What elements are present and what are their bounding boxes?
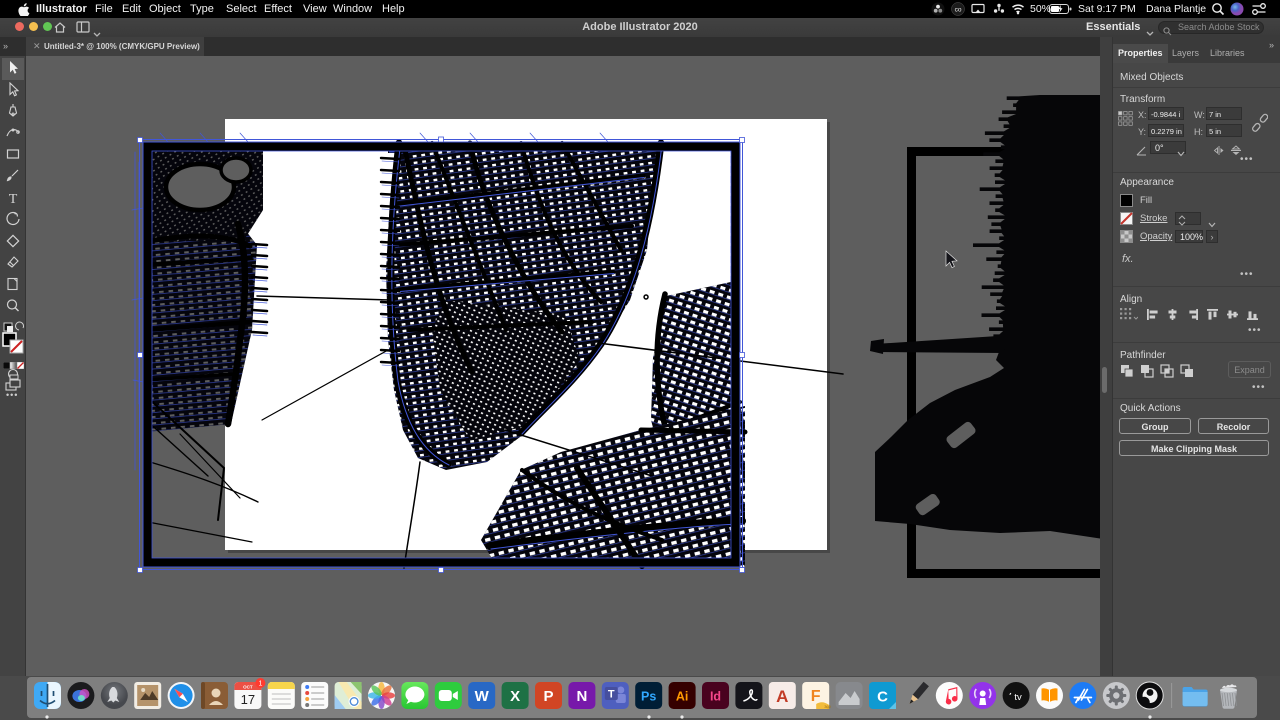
svg-text:C: C [877, 689, 888, 706]
svg-text:co: co [955, 7, 962, 14]
svg-text:N: N [576, 688, 587, 705]
svg-text:X: X [510, 688, 520, 705]
svg-text:OCT: OCT [243, 685, 253, 690]
svg-text:360: 360 [824, 704, 831, 709]
svg-text:tv: tv [1014, 692, 1022, 703]
svg-text:17: 17 [241, 692, 255, 707]
svg-text:Id: Id [710, 690, 721, 704]
svg-text:P: P [543, 688, 553, 705]
svg-text:Ai: Ai [676, 690, 689, 704]
svg-text:F: F [811, 688, 821, 705]
svg-text:A: A [776, 687, 788, 706]
svg-text:T: T [608, 689, 615, 701]
svg-text:T: T [9, 192, 18, 206]
svg-text:Ps: Ps [641, 690, 656, 704]
svg-text:1: 1 [258, 681, 262, 688]
svg-text:W: W [475, 688, 490, 705]
